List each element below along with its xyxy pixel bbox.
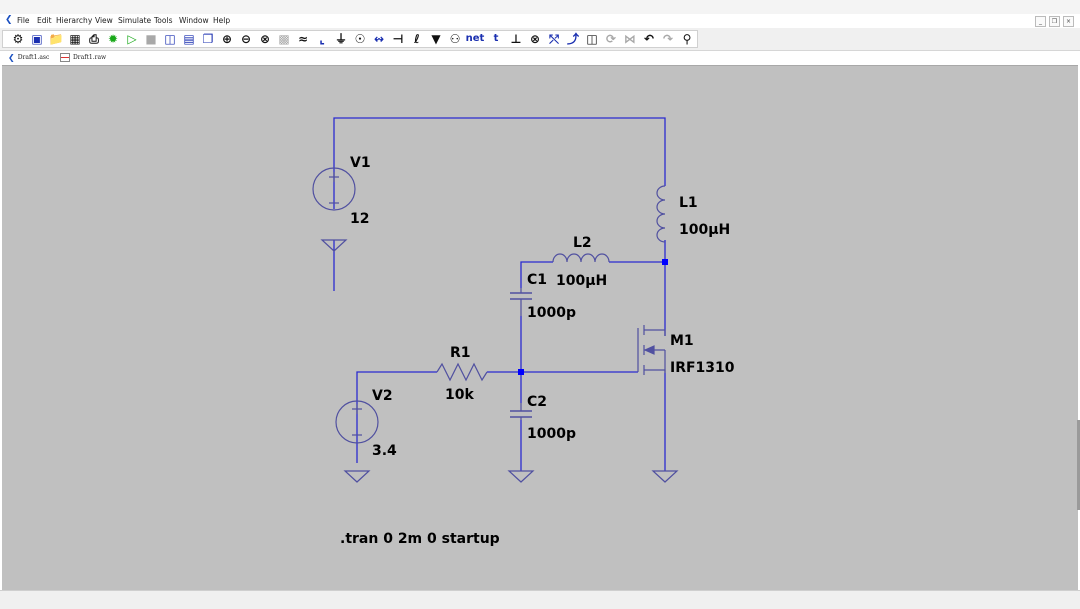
l1-name: L1: [679, 195, 698, 211]
label-net-icon[interactable]: ☉: [351, 31, 369, 47]
copy-icon[interactable]: ⤲: [545, 31, 563, 47]
component-icon[interactable]: ⚇: [446, 31, 464, 47]
schematic-canvas[interactable]: V1 12 V2 3.4 L1 100µH L2 100µH C1 1000p …: [2, 65, 1078, 590]
tile-vertical-icon[interactable]: ◫: [161, 31, 179, 47]
minimize-icon[interactable]: _: [1035, 16, 1046, 27]
ground-v2: [343, 470, 371, 483]
text-icon[interactable]: t: [486, 31, 506, 47]
mirror-icon[interactable]: ⋈: [621, 31, 639, 47]
bug-icon[interactable]: ✹: [104, 31, 122, 47]
menu-edit[interactable]: Edit: [37, 16, 52, 25]
print-icon[interactable]: ⎙: [85, 31, 103, 47]
capacitor-icon[interactable]: ⊣: [389, 31, 407, 47]
app-icon: ❮: [5, 15, 13, 25]
tab-schematic[interactable]: ❮ Draft1.asc: [8, 53, 49, 62]
find-icon[interactable]: ⚲: [678, 31, 696, 47]
zoom-fit-icon[interactable]: ⊗: [256, 31, 274, 47]
resistor-icon[interactable]: ↭: [370, 31, 388, 47]
inductor-icon[interactable]: ℓ: [408, 31, 426, 47]
ground-c2: [507, 470, 535, 483]
c2-symbol[interactable]: [510, 410, 532, 418]
ground-icon[interactable]: ⏚: [332, 31, 350, 47]
title-bar: [0, 0, 1080, 15]
c2-value: 1000p: [527, 426, 576, 442]
schematic-drawing: V1 12 V2 3.4 L1 100µH L2 100µH C1 1000p …: [312, 117, 735, 547]
restore-icon[interactable]: ❐: [1049, 16, 1060, 27]
rotate-icon[interactable]: ⟳: [602, 31, 620, 47]
tab-raw[interactable]: Draft1.raw: [60, 53, 106, 62]
toolbar: ⚙ ▣ 📁 ▦ ⎙ ✹ ▷ ■ ◫ ▤ ❐ ⊕ ⊖ ⊗ ▩ ≈ ⌞ ⏚ ☉ ↭ …: [0, 28, 1080, 51]
l1-symbol[interactable]: [656, 185, 666, 243]
menu-hierarchy[interactable]: Hierarchy: [56, 16, 92, 25]
zoom-in-icon[interactable]: ⊕: [218, 31, 236, 47]
r1-value: 10k: [445, 387, 474, 403]
cascade-icon[interactable]: ❐: [199, 31, 217, 47]
control-panel-icon[interactable]: ⚙: [9, 31, 27, 47]
ground-m1: [651, 470, 679, 483]
run-icon[interactable]: ▷: [123, 31, 141, 47]
junction-drain: [662, 259, 668, 265]
zoom-out-icon[interactable]: ⊖: [237, 31, 255, 47]
menu-bar: ❮ File Edit Hierarchy View Simulate Tool…: [0, 14, 1080, 28]
v2-name: V2: [372, 388, 393, 404]
new-schematic-icon[interactable]: ▣: [28, 31, 46, 47]
l2-value: 100µH: [556, 273, 607, 289]
close-icon[interactable]: ×: [1063, 16, 1074, 27]
menu-help[interactable]: Help: [213, 16, 230, 25]
m1-name: M1: [670, 333, 694, 349]
drag-icon[interactable]: ◫: [583, 31, 601, 47]
halt-icon[interactable]: ■: [142, 31, 160, 47]
status-bar: [0, 590, 1080, 609]
mdi-window-controls: _ ❐ ×: [1035, 16, 1074, 27]
open-icon[interactable]: 📁: [47, 31, 65, 47]
document-tabs: ❮ Draft1.asc Draft1.raw: [0, 51, 1080, 64]
junction-gate: [518, 369, 524, 375]
waveform-icon[interactable]: ≈: [294, 31, 312, 47]
l2-name: L2: [573, 235, 592, 251]
c1-name: C1: [527, 272, 547, 288]
move-icon[interactable]: ⤴: [564, 31, 582, 47]
c1-value: 1000p: [527, 305, 576, 321]
tab-schematic-label: Draft1.asc: [17, 54, 50, 61]
spice-directive-icon[interactable]: ⊥: [507, 31, 525, 47]
redo-icon[interactable]: ↷: [659, 31, 677, 47]
netlist-label-icon[interactable]: net: [465, 31, 485, 47]
v1-value: 12: [350, 211, 369, 227]
menu-file[interactable]: File: [17, 16, 30, 25]
wire-top: [333, 117, 666, 209]
menu-view[interactable]: View: [95, 16, 113, 25]
diode-icon[interactable]: ▼: [427, 31, 445, 47]
c2-name: C2: [527, 394, 547, 410]
delete-icon[interactable]: ⊗: [526, 31, 544, 47]
autorange-icon[interactable]: ▩: [275, 31, 293, 47]
r1-symbol[interactable]: [436, 362, 488, 382]
tab-raw-label: Draft1.raw: [73, 54, 107, 61]
c1-symbol[interactable]: [510, 292, 532, 300]
save-icon[interactable]: ▦: [66, 31, 84, 47]
v2-value: 3.4: [372, 443, 397, 459]
wires: [333, 117, 666, 471]
tile-horizontal-icon[interactable]: ▤: [180, 31, 198, 47]
menu-window[interactable]: Window: [179, 16, 209, 25]
menu-tools[interactable]: Tools: [154, 16, 172, 25]
toolbar-buttons: ⚙ ▣ 📁 ▦ ⎙ ✹ ▷ ■ ◫ ▤ ❐ ⊕ ⊖ ⊗ ▩ ≈ ⌞ ⏚ ☉ ↭ …: [2, 30, 698, 48]
l2-symbol[interactable]: [552, 253, 610, 263]
spice-directive[interactable]: .tran 0 2m 0 startup: [340, 531, 500, 547]
r1-name: R1: [450, 345, 471, 361]
schematic-file-icon: ❮: [8, 53, 15, 62]
menu-simulate[interactable]: Simulate: [118, 16, 151, 25]
m1-symbol[interactable]: [637, 325, 666, 375]
wire-icon[interactable]: ⌞: [313, 31, 331, 47]
m1-value: IRF1310: [670, 360, 735, 376]
undo-icon[interactable]: ↶: [640, 31, 658, 47]
l1-value: 100µH: [679, 222, 730, 238]
wire-v2-r1: [356, 371, 437, 463]
raw-file-icon: [60, 53, 70, 62]
v1-name: V1: [350, 155, 371, 171]
